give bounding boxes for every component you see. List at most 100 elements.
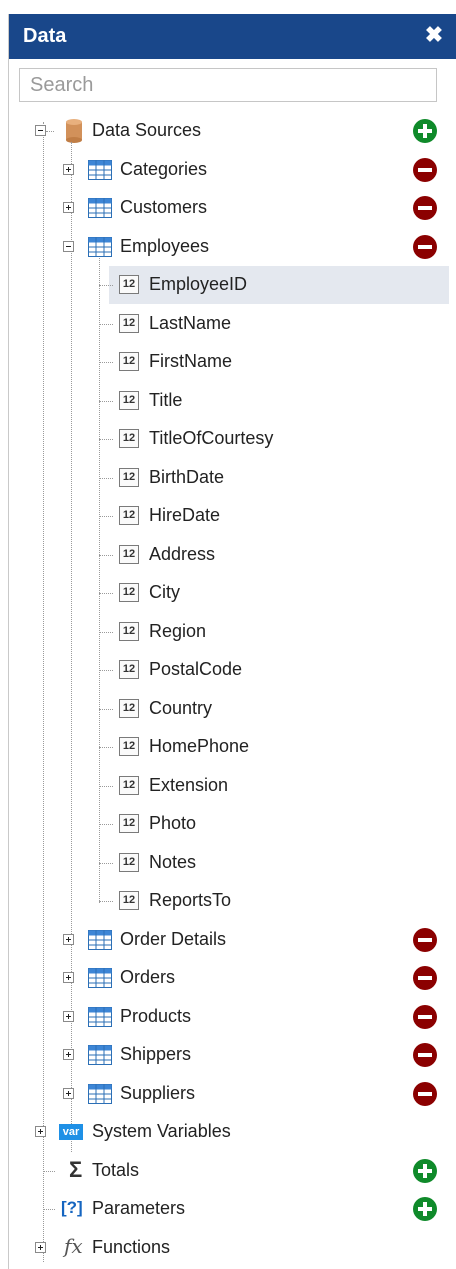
tree-node-field[interactable]: 12 Address: [9, 536, 456, 574]
tree-connector: [46, 131, 54, 132]
tree-node-field[interactable]: 12 TitleOfCourtesy: [9, 420, 456, 458]
expand-toggle[interactable]: [63, 1010, 74, 1022]
tree-node-table-customers[interactable]: Customers: [9, 189, 456, 227]
remove-table-button[interactable]: [413, 157, 437, 182]
tree-connector: [99, 516, 113, 517]
remove-table-button[interactable]: [413, 966, 437, 990]
database-icon: [64, 119, 88, 143]
tree-node-field[interactable]: 12 Notes: [9, 844, 456, 882]
tree-connector: [99, 670, 113, 671]
tree-node-system-variables[interactable]: var System Variables: [9, 1113, 456, 1151]
numeric-field-icon: 12: [119, 275, 139, 294]
add-data-source-button[interactable]: [413, 119, 437, 143]
tree-node-table[interactable]: Products: [9, 998, 456, 1036]
numeric-field-icon: 12: [119, 698, 139, 718]
field-label: TitleOfCourtesy: [149, 428, 274, 448]
tree-connector: [99, 631, 113, 633]
expand-toggle[interactable]: [63, 972, 74, 983]
remove-table-button[interactable]: [413, 1081, 437, 1106]
field-label: Notes: [149, 851, 197, 872]
sigma-icon: Σ: [69, 1156, 83, 1182]
tree-node-field[interactable]: 12 Photo: [9, 805, 456, 843]
expand-toggle[interactable]: [63, 1087, 74, 1099]
numeric-field-icon: 12: [119, 313, 139, 333]
field-label: Extension: [149, 774, 229, 795]
tree-node-totals[interactable]: Σ Totals: [9, 1152, 456, 1190]
numeric-field-icon: 12: [119, 429, 139, 448]
remove-table-button[interactable]: [413, 196, 437, 220]
tree-node-field[interactable]: 12 Region: [9, 613, 456, 651]
tree-connector: [99, 323, 113, 325]
remove-table-button[interactable]: [413, 1043, 437, 1067]
numeric-field-icon: 12: [119, 506, 139, 525]
tree-node-data-sources[interactable]: Data Sources: [9, 112, 456, 150]
table-icon: [88, 159, 112, 180]
tree-node-table-categories[interactable]: Categories: [9, 151, 456, 189]
tree-node-field[interactable]: 12 HomePhone: [9, 728, 456, 766]
table-icon: [88, 1083, 112, 1104]
tree-node-field[interactable]: 12 ReportsTo: [9, 882, 456, 920]
tree-node-table[interactable]: Order Details: [9, 921, 456, 959]
table-icon: [88, 236, 112, 257]
tree-node-table[interactable]: Orders: [9, 959, 456, 997]
table-icon: [88, 929, 112, 950]
table-label: Shippers: [120, 1044, 192, 1064]
data-sources-label: Data Sources: [92, 120, 202, 140]
tree-connector: [99, 862, 113, 864]
tree-node-field[interactable]: 12 BirthDate: [9, 459, 456, 497]
add-total-button[interactable]: [413, 1158, 437, 1183]
remove-table-button[interactable]: [413, 927, 437, 952]
expand-toggle[interactable]: [35, 1126, 46, 1137]
table-icon: [88, 1006, 112, 1027]
tree-connector: [99, 285, 113, 286]
parameters-label: Parameters: [92, 1198, 186, 1218]
field-label: Country: [149, 697, 213, 718]
function-icon: fx: [64, 1233, 83, 1258]
numeric-field-icon: 12: [119, 737, 139, 756]
remove-table-button[interactable]: [413, 1004, 437, 1029]
expand-toggle[interactable]: [63, 202, 74, 213]
add-parameter-button[interactable]: [413, 1197, 437, 1221]
tree-connector: [99, 593, 113, 594]
tree-node-field[interactable]: 12 Title: [9, 382, 456, 420]
field-label: City: [149, 582, 180, 602]
field-label: Photo: [149, 813, 197, 833]
tree-node-functions[interactable]: fx Functions: [9, 1229, 456, 1267]
data-tree: Data Sources Categories Customers Employees…: [9, 14, 456, 1269]
expand-toggle[interactable]: [63, 933, 74, 945]
tree-node-field[interactable]: 12 HireDate: [9, 497, 456, 535]
table-label: Suppliers: [120, 1082, 196, 1103]
tree-connector: [99, 554, 113, 556]
numeric-field-icon: 12: [119, 352, 139, 371]
collapse-toggle[interactable]: [63, 240, 74, 252]
tree-node-field[interactable]: 12 PostalCode: [9, 651, 456, 689]
tree-node-field[interactable]: 12 EmployeeID: [9, 266, 456, 304]
field-label: BirthDate: [149, 466, 225, 487]
tree-node-field[interactable]: 12 City: [9, 574, 456, 612]
tree-node-field[interactable]: 12 LastName: [9, 305, 456, 343]
tree-node-parameters[interactable]: [?] Parameters: [9, 1190, 456, 1228]
tree-node-table[interactable]: Suppliers: [9, 1075, 456, 1113]
table-label: Order Details: [120, 928, 227, 949]
numeric-field-icon: 12: [119, 660, 139, 679]
numeric-field-icon: 12: [119, 814, 139, 833]
numeric-field-icon: 12: [119, 390, 139, 410]
tree-node-field[interactable]: 12 Extension: [9, 767, 456, 805]
remove-table-button[interactable]: [413, 234, 437, 259]
tree-node-field[interactable]: 12 Country: [9, 690, 456, 728]
field-label: Address: [149, 543, 216, 564]
tree-node-field[interactable]: 12 FirstName: [9, 343, 456, 381]
tree-node-table[interactable]: Shippers: [9, 1036, 456, 1074]
expand-toggle[interactable]: [35, 1241, 46, 1253]
expand-toggle[interactable]: [63, 163, 74, 175]
collapse-toggle[interactable]: [35, 125, 46, 136]
tree-connector: [99, 362, 113, 363]
numeric-field-icon: 12: [119, 467, 139, 487]
system-variables-label: System Variables: [92, 1121, 231, 1141]
expand-toggle[interactable]: [63, 1049, 74, 1060]
functions-label: Functions: [92, 1236, 171, 1257]
numeric-field-icon: 12: [119, 621, 139, 641]
field-label: ReportsTo: [149, 890, 232, 910]
variable-icon: var: [59, 1124, 83, 1140]
tree-node-table-employees[interactable]: Employees: [9, 228, 456, 266]
